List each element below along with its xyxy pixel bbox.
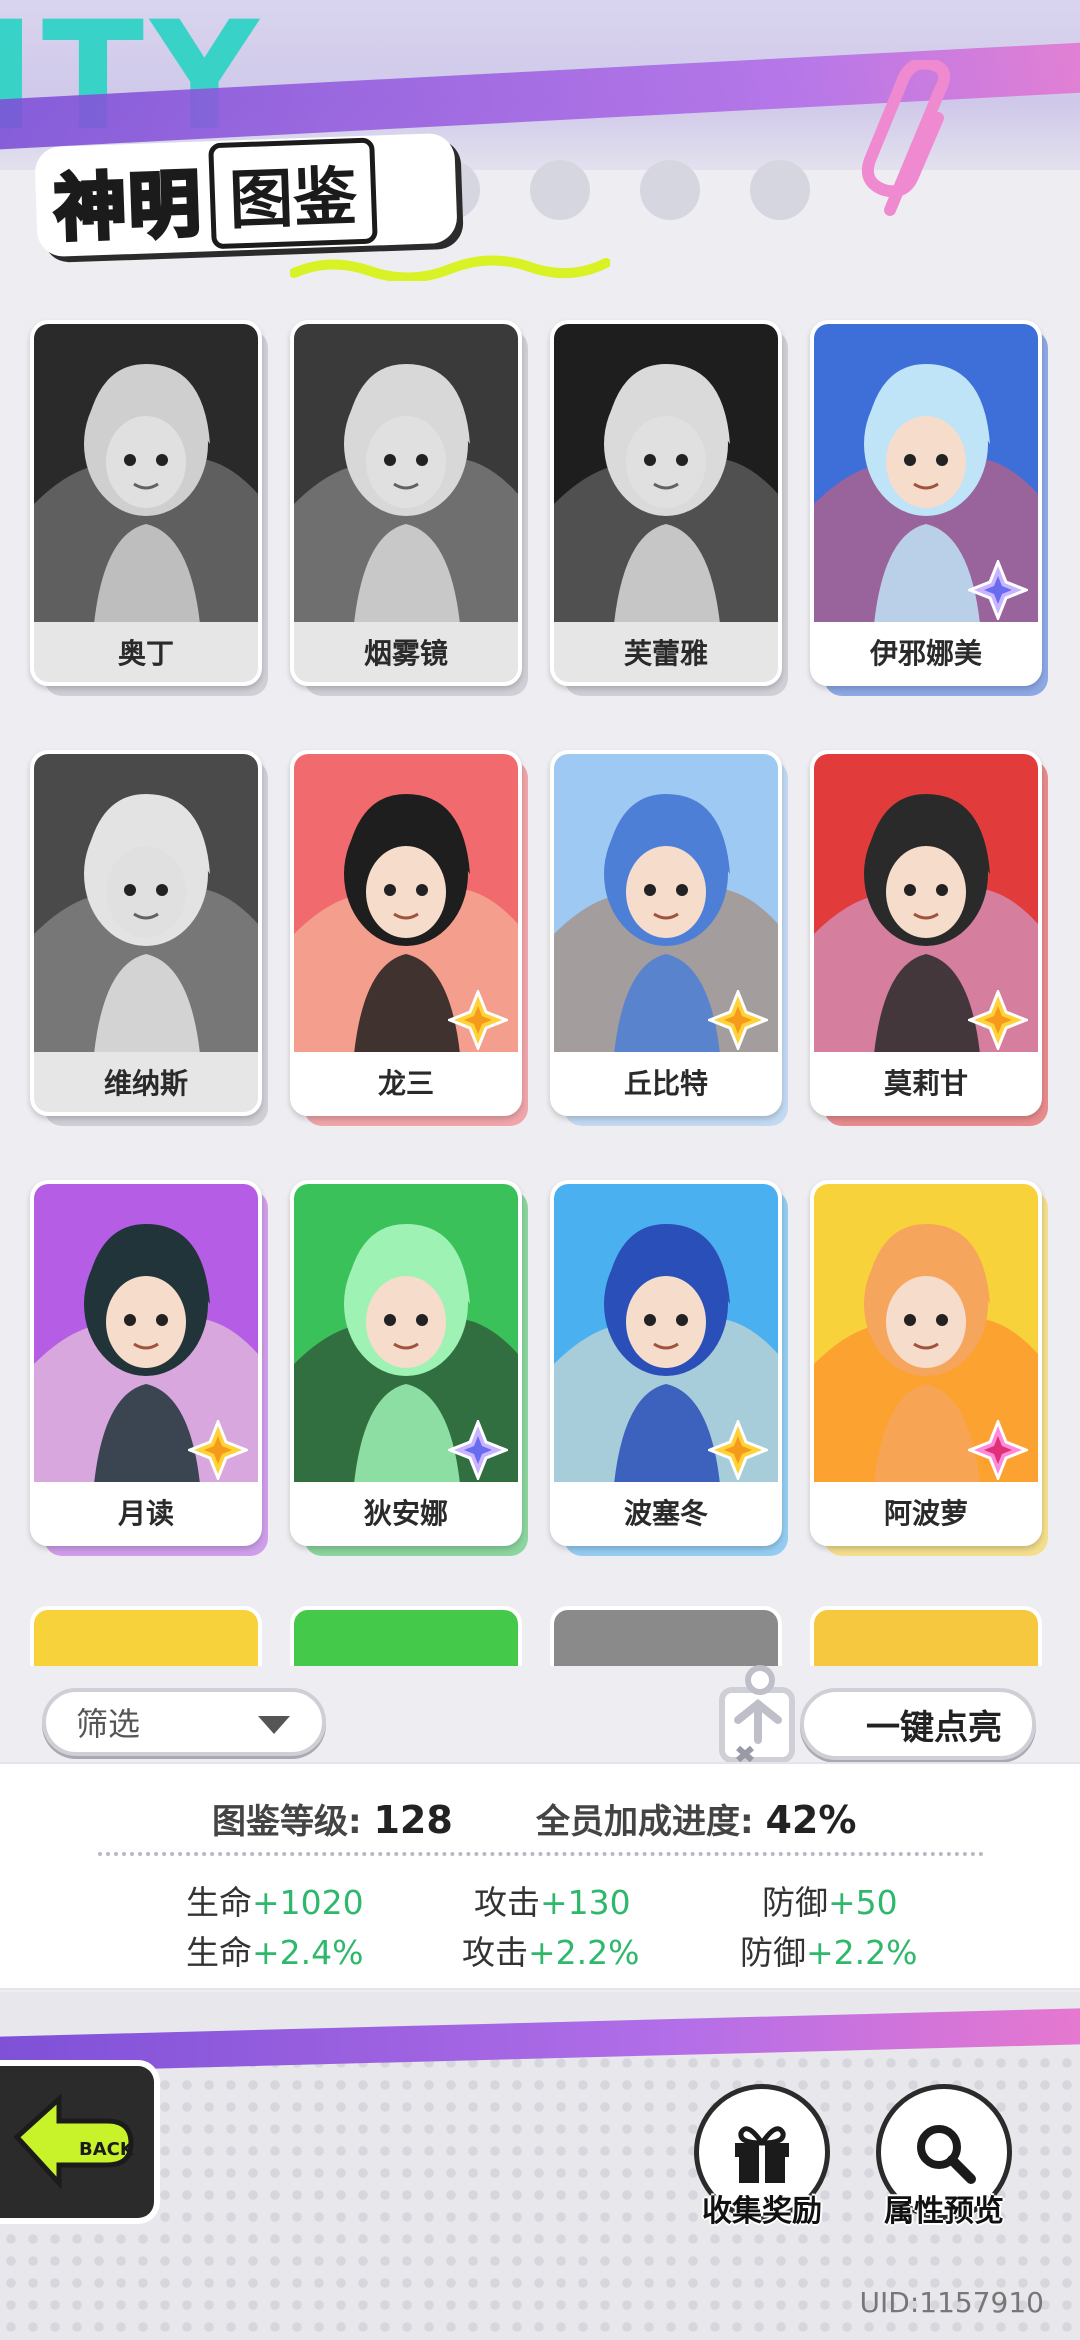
god-name: 龙三 bbox=[294, 1052, 518, 1112]
god-card-grid: 奥丁 烟雾镜 芙蕾雅 伊邪娜美 维纳斯 龙三 丘比特 莫莉甘 月读 狄安娜 波塞… bbox=[30, 320, 1048, 1556]
god-card[interactable]: 烟雾镜 bbox=[290, 320, 528, 696]
paperclip-icon bbox=[861, 60, 951, 216]
bonus-stat-value: +2.4% bbox=[252, 1933, 364, 1972]
bonus-stat-value: +1020 bbox=[252, 1883, 364, 1922]
god-card[interactable]: 狄安娜 bbox=[290, 1180, 528, 1556]
god-portrait bbox=[294, 324, 518, 624]
bonus-progress-value: 42% bbox=[765, 1798, 857, 1842]
god-name: 丘比特 bbox=[554, 1052, 778, 1112]
magnifier-icon bbox=[917, 2125, 976, 2184]
god-portrait bbox=[34, 754, 258, 1054]
god-portrait bbox=[554, 324, 778, 624]
god-name: 莫莉甘 bbox=[814, 1052, 1038, 1112]
rarity-star-icon bbox=[968, 990, 1028, 1050]
god-card[interactable]: 龙三 bbox=[290, 750, 528, 1126]
rarity-star-icon bbox=[708, 990, 768, 1050]
filter-dropdown[interactable]: 筛选 bbox=[42, 1688, 326, 1756]
user-id: UID:1157910 bbox=[859, 2286, 1044, 2319]
light-all-label: 一键点亮 bbox=[866, 1707, 1002, 1748]
rarity-star-icon bbox=[968, 560, 1028, 620]
bonus-stat-label: 生命 bbox=[186, 1933, 252, 1972]
god-name: 阿波萝 bbox=[814, 1482, 1038, 1542]
attribute-preview-label: 属性预览 bbox=[884, 2194, 1004, 2229]
bonus-stat: 生命+2.4% bbox=[186, 1926, 364, 1974]
collection-level-value: 128 bbox=[373, 1798, 453, 1842]
god-name: 狄安娜 bbox=[294, 1482, 518, 1542]
god-card[interactable]: 维纳斯 bbox=[30, 750, 268, 1126]
filter-label: 筛选 bbox=[76, 1705, 141, 1743]
god-name: 维纳斯 bbox=[34, 1052, 258, 1112]
god-card[interactable]: 莫莉甘 bbox=[810, 750, 1048, 1126]
collection-info-panel: 图鉴等级: 128 全员加成进度: 42% 生命+1020 攻击+130 防御+50… bbox=[0, 1762, 1080, 1990]
bonus-stat-value: +2.2% bbox=[528, 1933, 640, 1972]
page-title-sub: 图鉴 bbox=[208, 137, 378, 250]
title-squiggle-deco bbox=[290, 255, 610, 281]
bonus-stat: 攻击+130 bbox=[474, 1876, 631, 1924]
god-card[interactable]: 芙蕾雅 bbox=[550, 320, 788, 696]
bonus-stats: 生命+1020 攻击+130 防御+50 生命+2.4% 攻击+2.2% 防御+2.2% bbox=[0, 1872, 1080, 1982]
god-name: 伊邪娜美 bbox=[814, 622, 1038, 682]
bonus-stat: 生命+1020 bbox=[186, 1876, 364, 1924]
back-arrow-icon: BACK bbox=[13, 2093, 135, 2190]
god-name: 芙蕾雅 bbox=[554, 622, 778, 682]
rarity-star-icon bbox=[968, 1420, 1028, 1480]
header-dots bbox=[420, 160, 810, 220]
bonus-stat-value: +2.2% bbox=[806, 1933, 918, 1972]
rarity-star-icon bbox=[708, 1420, 768, 1480]
card-row-partial bbox=[30, 1606, 1050, 1666]
collection-reward-label: 收集奖励 bbox=[702, 2194, 822, 2229]
god-card[interactable]: 波塞冬 bbox=[550, 1180, 788, 1556]
god-card[interactable]: 伊邪娜美 bbox=[810, 320, 1048, 696]
back-button[interactable]: BACK bbox=[0, 2060, 160, 2224]
rarity-star-icon bbox=[448, 990, 508, 1050]
collection-level: 图鉴等级: 128 bbox=[212, 1794, 453, 1843]
back-label: BACK bbox=[79, 2139, 135, 2160]
bonus-stat: 防御+2.2% bbox=[740, 1926, 918, 1974]
collection-level-label: 图鉴等级: bbox=[212, 1802, 362, 1842]
page-title: 神明 图鉴 bbox=[34, 132, 458, 258]
bonus-stat-label: 生命 bbox=[186, 1883, 252, 1922]
bonus-stat: 攻击+2.2% bbox=[462, 1926, 640, 1974]
god-portrait bbox=[34, 324, 258, 624]
bonus-stat-label: 防御 bbox=[740, 1933, 806, 1972]
rarity-star-icon bbox=[448, 1420, 508, 1480]
god-card[interactable]: 月读 bbox=[30, 1180, 268, 1556]
bonus-stat-value: +50 bbox=[828, 1883, 898, 1922]
light-all-button[interactable]: 一键点亮 bbox=[800, 1688, 1036, 1760]
divider bbox=[98, 1852, 984, 1856]
gift-icon bbox=[735, 2126, 789, 2183]
god-name: 月读 bbox=[34, 1482, 258, 1542]
rarity-star-icon bbox=[188, 1420, 248, 1480]
god-card[interactable]: 奥丁 bbox=[30, 320, 268, 696]
bonus-stat: 防御+50 bbox=[762, 1876, 898, 1924]
page-title-main: 神明 bbox=[51, 159, 206, 252]
filter-bar: 筛选 一键点亮 bbox=[0, 1660, 1080, 1763]
god-name: 波塞冬 bbox=[554, 1482, 778, 1542]
bonus-stat-value: +130 bbox=[540, 1883, 631, 1922]
bonus-progress: 全员加成进度: 42% bbox=[536, 1794, 856, 1843]
bonus-stat-label: 攻击 bbox=[462, 1933, 528, 1972]
bonus-stat-label: 攻击 bbox=[474, 1883, 540, 1922]
bonus-progress-label: 全员加成进度: bbox=[536, 1802, 754, 1842]
god-card[interactable]: 阿波萝 bbox=[810, 1180, 1048, 1556]
god-card[interactable]: 丘比特 bbox=[550, 750, 788, 1126]
chevron-down-icon bbox=[258, 1716, 290, 1734]
god-name: 烟雾镜 bbox=[294, 622, 518, 682]
bonus-stat-label: 防御 bbox=[762, 1883, 828, 1922]
god-name: 奥丁 bbox=[34, 622, 258, 682]
